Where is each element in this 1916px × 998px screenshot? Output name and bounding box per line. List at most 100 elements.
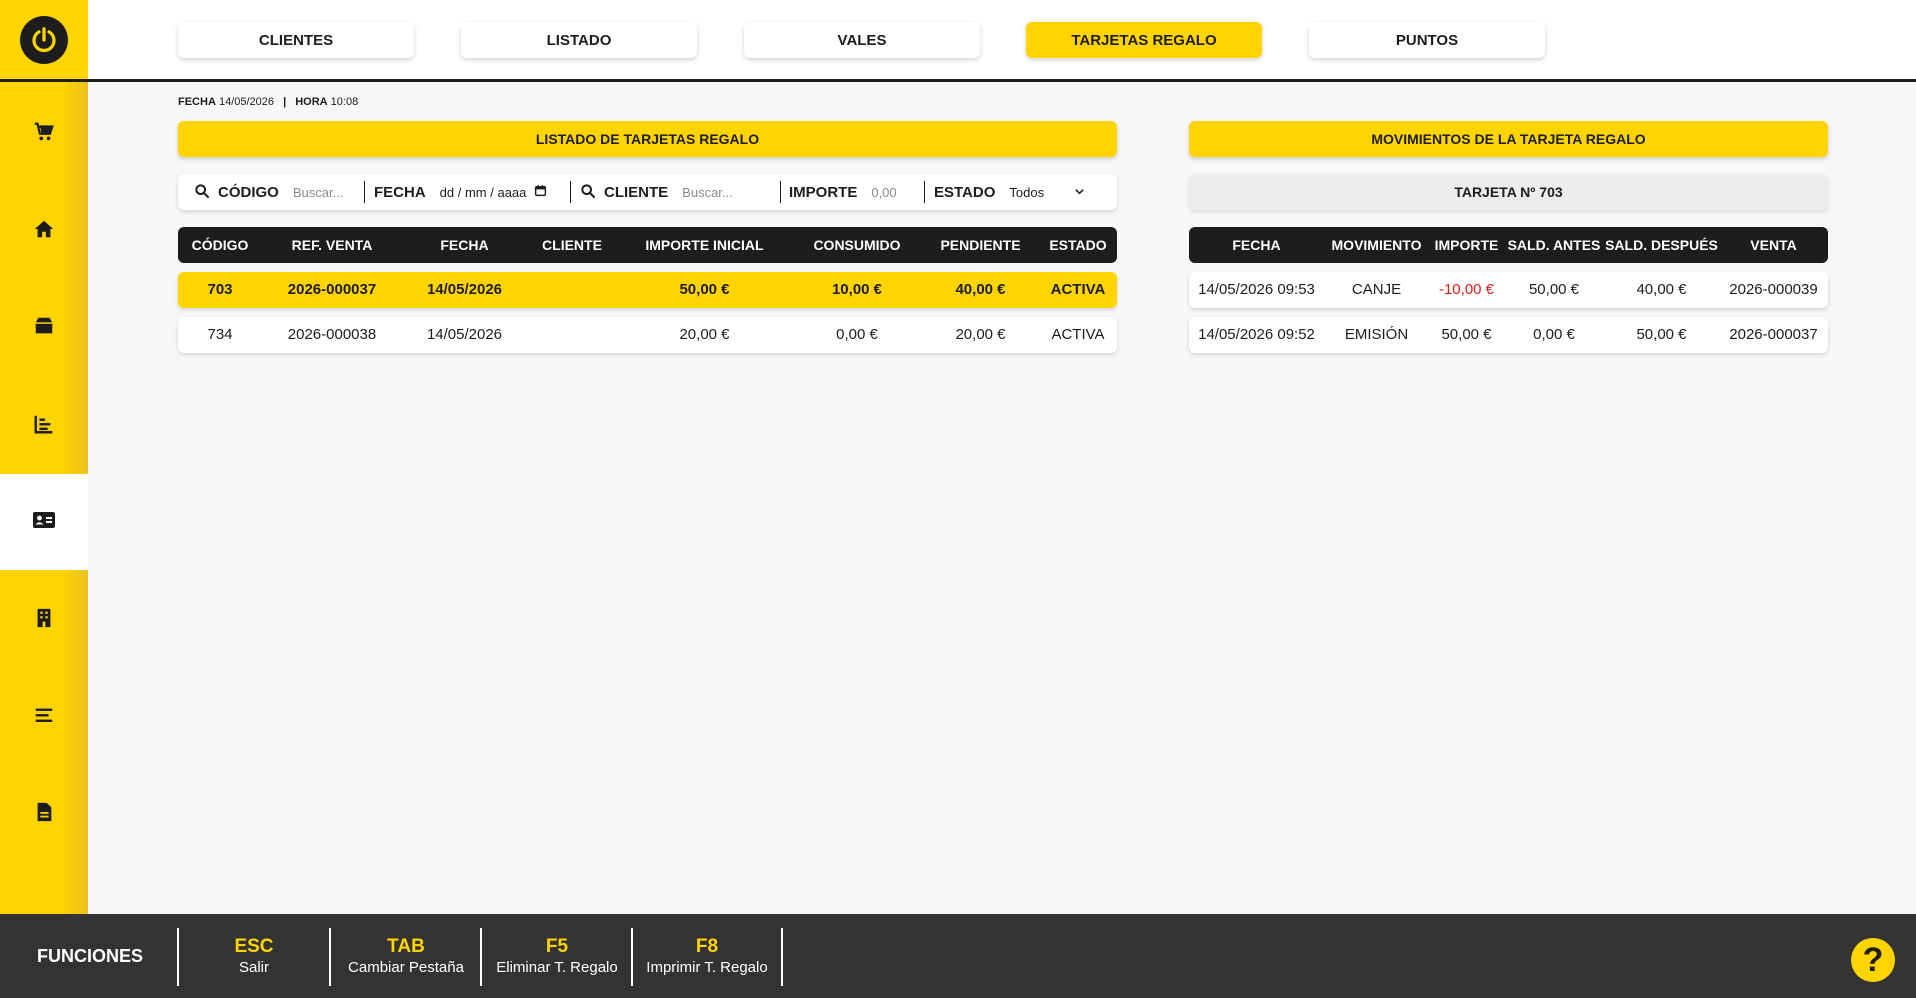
tab-key-button[interactable]: TAB Cambiar Pestaña: [329, 928, 481, 986]
cell-fecha: 14/05/2026: [426, 281, 503, 298]
filter-bar: CÓDIGO Buscar... FECHA dd / mm / aaaa CL…: [178, 174, 1117, 210]
cell-movimiento: CANJE: [1351, 281, 1402, 298]
f5-key-label: F5: [545, 936, 569, 957]
sidebar-item-customers[interactable]: [0, 474, 88, 570]
cliente-search-input[interactable]: Buscar...: [682, 185, 733, 200]
cell-ref-venta: 2026-000038: [287, 326, 377, 343]
codigo-filter[interactable]: CÓDIGO Buscar...: [194, 174, 369, 210]
cell-fecha: 14/05/2026: [426, 326, 503, 343]
col-sald-antes[interactable]: SALD. ANTES: [1504, 227, 1604, 263]
estado-filter[interactable]: ESTADO Todos: [934, 174, 1104, 210]
importe-input[interactable]: 0,00: [871, 185, 896, 200]
top-tab-bar: CLIENTES LISTADO VALES TARJETAS REGALO P…: [88, 0, 1916, 82]
col-importe-inicial[interactable]: IMPORTE INICIAL: [617, 227, 792, 263]
importe-filter-label: IMPORTE: [789, 183, 858, 201]
col-pendiente[interactable]: PENDIENTE: [922, 227, 1039, 263]
cell-sald-antes: 50,00 €: [1528, 281, 1580, 298]
codigo-filter-label: CÓDIGO: [218, 183, 279, 201]
table-row[interactable]: 734 2026-000038 14/05/2026 20,00 € 0,00 …: [178, 317, 1117, 353]
estado-select[interactable]: Todos: [1009, 185, 1044, 200]
power-icon: [20, 15, 68, 64]
filter-divider: [570, 181, 571, 203]
chevron-down-icon[interactable]: [1074, 184, 1085, 200]
building-icon: [34, 607, 54, 634]
col-estado[interactable]: ESTADO: [1039, 227, 1117, 263]
search-icon: [194, 183, 210, 202]
cell-estado: ACTIVA: [1050, 281, 1106, 298]
col-ref-venta[interactable]: REF. VENTA: [262, 227, 402, 263]
sidebar-item-menu[interactable]: [0, 669, 88, 765]
col-fecha[interactable]: FECHA: [1189, 227, 1324, 263]
cell-pendiente: 40,00 €: [955, 281, 1006, 298]
movement-row[interactable]: 14/05/2026 09:53 CANJE -10,00 € 50,00 € …: [1189, 272, 1828, 308]
cell-pendiente: 20,00 €: [955, 326, 1006, 343]
movement-row[interactable]: 14/05/2026 09:52 EMISIÓN 50,00 € 0,00 € …: [1189, 317, 1828, 353]
esc-key-label: ESC: [234, 936, 274, 957]
hora-value: 10:08: [330, 96, 359, 108]
power-logo-button[interactable]: [0, 0, 88, 82]
help-icon[interactable]: ?: [1851, 938, 1895, 982]
table-row[interactable]: 703 2026-000037 14/05/2026 50,00 € 10,00…: [178, 272, 1117, 308]
sidebar-item-stores[interactable]: [0, 572, 88, 668]
tab-vales[interactable]: VALES: [744, 22, 980, 58]
sidebar: [0, 0, 88, 914]
filter-divider: [364, 181, 365, 203]
tab-listado[interactable]: LISTADO: [461, 22, 697, 58]
cell-venta: 2026-000037: [1729, 326, 1818, 343]
esc-key-button[interactable]: ESC Salir: [177, 928, 329, 986]
cell-importe-inicial: 50,00 €: [679, 281, 730, 298]
cell-codigo: 734: [207, 326, 233, 343]
date-time-line: FECHA 14/05/2026 | HORA 10:08: [178, 96, 358, 108]
cell-codigo: 703: [207, 281, 233, 298]
menu-icon: [33, 704, 55, 731]
col-movimiento[interactable]: MOVIMIENTO: [1324, 227, 1429, 263]
movements-title: MOVIMIENTOS DE LA TARJETA REGALO: [1189, 121, 1828, 157]
f5-key-desc: Eliminar T. Regalo: [496, 959, 618, 976]
fecha-filter[interactable]: FECHA dd / mm / aaaa: [374, 174, 554, 210]
sidebar-item-home[interactable]: [0, 183, 88, 279]
cell-sald-despues: 40,00 €: [1636, 281, 1687, 298]
cliente-filter-label: CLIENTE: [604, 183, 669, 201]
cell-movimiento: EMISIÓN: [1344, 326, 1409, 343]
filter-divider: [924, 181, 925, 203]
col-codigo[interactable]: CÓDIGO: [178, 227, 262, 263]
codigo-search-input[interactable]: Buscar...: [293, 185, 344, 200]
fecha-date-input[interactable]: dd / mm / aaaa: [440, 185, 527, 200]
col-fecha[interactable]: FECHA: [402, 227, 527, 263]
tab-key-desc: Cambiar Pestaña: [348, 959, 464, 976]
cell-consumido: 0,00 €: [836, 326, 878, 343]
f8-key-button[interactable]: F8 Imprimir T. Regalo: [631, 928, 783, 986]
sidebar-item-reports[interactable]: [0, 378, 88, 474]
col-venta[interactable]: VENTA: [1719, 227, 1828, 263]
cell-fecha: 14/05/2026 09:52: [1198, 326, 1315, 343]
search-icon: [580, 183, 596, 202]
calendar-icon[interactable]: [534, 184, 547, 200]
functions-title: FUNCIONES: [37, 946, 144, 966]
cell-venta: 2026-000039: [1729, 281, 1818, 298]
tab-puntos[interactable]: PUNTOS: [1309, 22, 1545, 58]
card-number-label: TARJETA Nº 703: [1189, 174, 1828, 210]
box-icon: [33, 315, 55, 342]
cell-consumido: 10,00 €: [831, 281, 883, 298]
importe-filter[interactable]: IMPORTE 0,00: [789, 174, 919, 210]
tab-tarjetas-regalo[interactable]: TARJETAS REGALO: [1026, 22, 1262, 58]
sidebar-item-products[interactable]: [0, 280, 88, 376]
col-cliente[interactable]: CLIENTE: [527, 227, 617, 263]
cell-importe: 50,00 €: [1441, 326, 1492, 343]
bar-chart-icon: [33, 413, 55, 440]
col-sald-despues[interactable]: SALD. DESPUÉS: [1604, 227, 1719, 263]
tab-clientes[interactable]: CLIENTES: [178, 22, 414, 58]
cell-importe: -10,00 €: [1438, 281, 1495, 298]
col-importe[interactable]: IMPORTE: [1429, 227, 1504, 263]
cliente-filter[interactable]: CLIENTE Buscar...: [580, 174, 775, 210]
fecha-label: FECHA: [178, 96, 216, 108]
sidebar-item-sales[interactable]: [0, 86, 88, 182]
f5-key-button[interactable]: F5 Eliminar T. Regalo: [480, 928, 632, 986]
estado-filter-label: ESTADO: [934, 183, 996, 201]
col-consumido[interactable]: CONSUMIDO: [792, 227, 922, 263]
fecha-value: 14/05/2026: [218, 96, 275, 108]
sidebar-item-documents[interactable]: [0, 766, 88, 862]
gift-cards-list-title: LISTADO DE TARJETAS REGALO: [178, 121, 1117, 157]
cart-icon: [33, 121, 55, 148]
gift-cards-table-header: CÓDIGO REF. VENTA FECHA CLIENTE IMPORTE …: [178, 227, 1117, 263]
